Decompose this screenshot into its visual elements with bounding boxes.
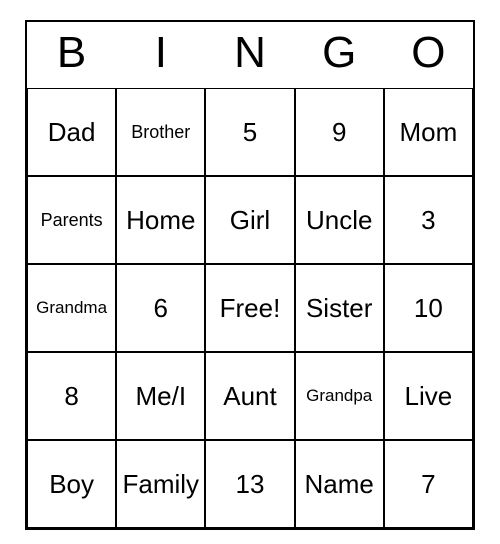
bingo-cell-text: Aunt <box>223 381 277 412</box>
bingo-cell-text: Me/I <box>136 381 187 412</box>
bingo-cell[interactable]: 9 <box>295 88 384 176</box>
bingo-cell[interactable]: Boy <box>27 440 116 528</box>
bingo-cell-text: Live <box>405 381 453 412</box>
bingo-grid: Dad Brother 5 9 Mom Parents Home Girl Uncle 3 Gran… <box>27 88 473 528</box>
header-n: N <box>205 22 294 88</box>
bingo-cell-text: Parents <box>41 210 103 231</box>
bingo-card: B I N G O Dad Brother 5 9 Mom Parents Home Girl… <box>25 20 475 530</box>
header-o: O <box>384 22 473 88</box>
bingo-cell-text: 6 <box>154 293 168 324</box>
bingo-cell[interactable]: Home <box>116 176 205 264</box>
bingo-header-row: B I N G O <box>27 22 473 88</box>
bingo-cell-text: Mom <box>400 117 458 148</box>
bingo-cell-text: Brother <box>131 122 190 143</box>
bingo-cell-text: 9 <box>332 117 346 148</box>
bingo-cell-text: Free! <box>220 293 281 324</box>
bingo-cell[interactable]: Parents <box>27 176 116 264</box>
bingo-cell[interactable]: Grandpa <box>295 352 384 440</box>
bingo-cell-text: 8 <box>64 381 78 412</box>
bingo-cell[interactable]: Girl <box>205 176 294 264</box>
bingo-cell[interactable]: Sister <box>295 264 384 352</box>
header-b: B <box>27 22 116 88</box>
bingo-cell[interactable]: 8 <box>27 352 116 440</box>
bingo-cell-text: 5 <box>243 117 257 148</box>
bingo-cell[interactable]: Aunt <box>205 352 294 440</box>
header-i: I <box>116 22 205 88</box>
bingo-cell[interactable]: Grandma <box>27 264 116 352</box>
bingo-cell[interactable]: Free! <box>205 264 294 352</box>
bingo-cell-text: Boy <box>49 469 94 500</box>
bingo-cell-text: Grandpa <box>306 386 372 406</box>
bingo-cell-text: Home <box>126 205 195 236</box>
bingo-cell[interactable]: 6 <box>116 264 205 352</box>
bingo-cell[interactable]: Dad <box>27 88 116 176</box>
bingo-cell[interactable]: Live <box>384 352 473 440</box>
bingo-cell-text: Name <box>305 469 374 500</box>
bingo-cell[interactable]: 5 <box>205 88 294 176</box>
bingo-cell-text: 3 <box>421 205 435 236</box>
bingo-cell[interactable]: 10 <box>384 264 473 352</box>
bingo-cell-text: Family <box>123 469 200 500</box>
bingo-cell[interactable]: 7 <box>384 440 473 528</box>
bingo-cell[interactable]: Brother <box>116 88 205 176</box>
bingo-cell-text: Uncle <box>306 205 372 236</box>
bingo-cell-text: Girl <box>230 205 270 236</box>
bingo-cell-text: 13 <box>236 469 265 500</box>
bingo-cell[interactable]: 3 <box>384 176 473 264</box>
bingo-cell-text: Sister <box>306 293 372 324</box>
header-g: G <box>295 22 384 88</box>
bingo-cell-text: 7 <box>421 469 435 500</box>
bingo-cell[interactable]: Uncle <box>295 176 384 264</box>
bingo-cell[interactable]: Family <box>116 440 205 528</box>
bingo-cell[interactable]: Name <box>295 440 384 528</box>
bingo-cell[interactable]: Mom <box>384 88 473 176</box>
bingo-cell[interactable]: 13 <box>205 440 294 528</box>
bingo-cell-text: Grandma <box>36 298 107 318</box>
bingo-cell-text: 10 <box>414 293 443 324</box>
bingo-cell[interactable]: Me/I <box>116 352 205 440</box>
bingo-cell-text: Dad <box>48 117 96 148</box>
